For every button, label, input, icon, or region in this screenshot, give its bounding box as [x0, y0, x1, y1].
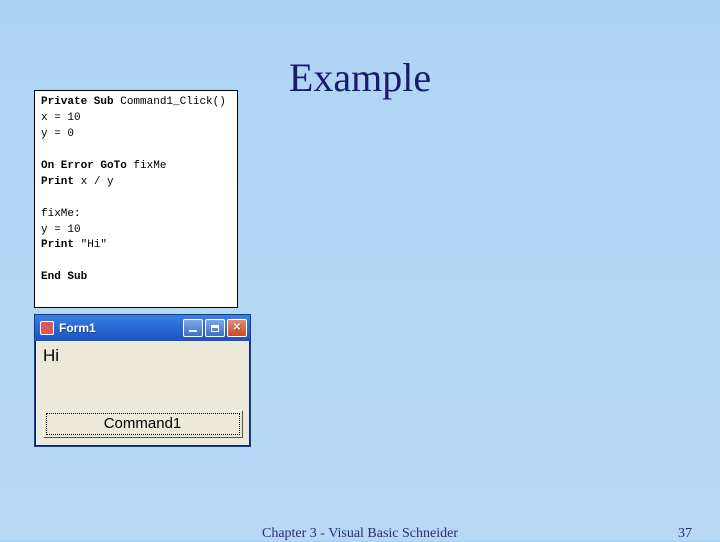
minimize-icon [189, 330, 197, 332]
form-client-area: Hi Command1 [35, 341, 250, 446]
kw-print: Print [41, 176, 74, 188]
titlebar[interactable]: Form1 ✕ [35, 315, 250, 341]
code-text: fixMe [127, 160, 167, 172]
close-button[interactable]: ✕ [227, 319, 247, 337]
kw-end-sub: End Sub [41, 271, 87, 283]
kw-private-sub: Private Sub [41, 96, 114, 108]
minimize-button[interactable] [183, 319, 203, 337]
code-text: x / y [74, 176, 114, 188]
code-text: fixMe: [41, 208, 81, 220]
maximize-button[interactable] [205, 319, 225, 337]
code-text: x = 10 [41, 112, 81, 124]
window-title: Form1 [59, 321, 183, 335]
app-icon [40, 321, 54, 335]
output-text: Hi [39, 344, 246, 410]
kw-print: Print [41, 239, 74, 251]
close-icon: ✕ [233, 323, 241, 333]
code-text: y = 10 [41, 224, 81, 236]
maximize-icon [211, 325, 219, 332]
window-controls: ✕ [183, 319, 247, 337]
command1-button[interactable]: Command1 [43, 410, 243, 438]
code-panel: Private Sub Command1_Click() x = 10 y = … [34, 90, 238, 308]
form-window: Form1 ✕ Hi Command1 [34, 314, 251, 447]
kw-onerror: On Error GoTo [41, 160, 127, 172]
code-text: y = 0 [41, 128, 74, 140]
code-text: "Hi" [74, 239, 107, 251]
code-text: Command1_Click() [114, 96, 226, 108]
